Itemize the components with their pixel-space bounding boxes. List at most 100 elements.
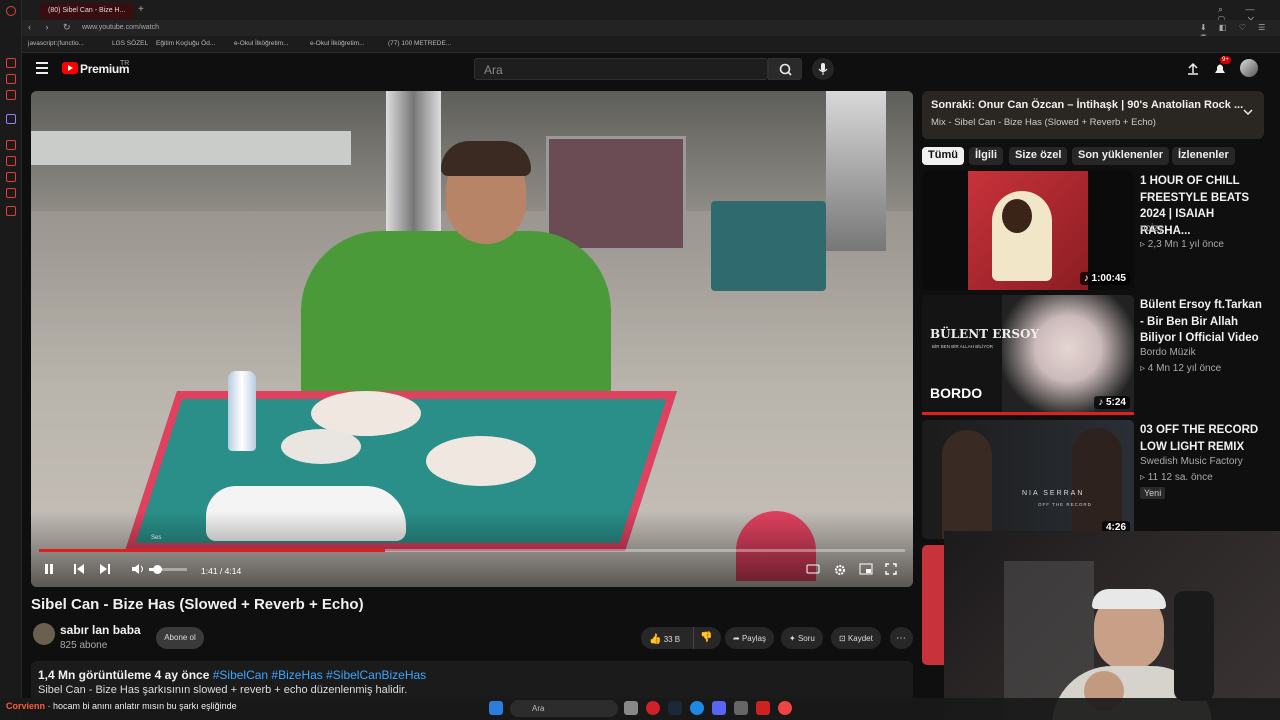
sidebar-app-icon[interactable]: [6, 114, 16, 124]
recommendation-meta: ▹ 4 Mn 12 yıl önce: [1140, 363, 1222, 374]
bookmark-item[interactable]: Eğitim Koçluğu Öd...: [156, 40, 215, 47]
sidebar-app-icon[interactable]: [6, 172, 16, 182]
sidebar-app-icon[interactable]: [6, 90, 16, 100]
video-player[interactable]: Ses 1:41 / 4:14: [31, 91, 913, 587]
hashtags[interactable]: #SibelCan #BizeHas #SibelCanBizeHas: [213, 668, 426, 682]
chevron-down-icon[interactable]: [1242, 107, 1254, 117]
save-label: Kaydet: [847, 634, 873, 643]
search-input[interactable]: Ara: [474, 58, 768, 80]
taskbar-search[interactable]: Ara: [510, 700, 618, 717]
sidebar-app-icon[interactable]: [6, 156, 16, 166]
volume-slider[interactable]: [149, 565, 187, 574]
progress-bar[interactable]: [39, 549, 905, 552]
pause-icon: [45, 564, 53, 574]
subscribe-button[interactable]: Abone ol: [156, 627, 204, 649]
like-count: 33 B: [663, 635, 681, 644]
recommendation-item[interactable]: BÜLENT ERSOY BİR BEN BİR ALLAH BİLİYOR B…: [922, 295, 1272, 415]
sidebar-app-icon[interactable]: [6, 206, 16, 216]
chip-watched[interactable]: İzlenenler: [1172, 147, 1235, 165]
chat-username: Corvienn: [6, 701, 46, 711]
app-icon[interactable]: [778, 701, 792, 715]
edge-icon[interactable]: [690, 701, 704, 715]
next-icon: [100, 564, 110, 574]
youtube-logo-icon[interactable]: [62, 62, 78, 74]
chip-recent[interactable]: Son yüklenenler: [1072, 147, 1169, 165]
miniplayer-button[interactable]: [859, 563, 873, 575]
player-controls: Ses 1:41 / 4:14: [31, 535, 913, 587]
settings-button[interactable]: [833, 563, 847, 577]
ask-button[interactable]: ✦ Soru: [781, 627, 823, 649]
video-counter: [31, 131, 351, 165]
channel-name[interactable]: sabır lan baba: [60, 623, 141, 637]
discord-icon[interactable]: [712, 701, 726, 715]
sidebar-app-icon[interactable]: [6, 140, 16, 150]
volume-tooltip: Ses: [151, 535, 162, 541]
bookmark-item[interactable]: javascript:(functio...: [28, 40, 84, 47]
dislike-icon: 👎: [700, 632, 713, 643]
recommendation-channel[interactable]: Bordo Müzik: [1140, 347, 1196, 358]
chip-related[interactable]: İlgili: [969, 147, 1003, 165]
sidebar-app-icon[interactable]: [6, 58, 16, 68]
opera-icon[interactable]: [646, 701, 660, 715]
nav-buttons-icon[interactable]: ‹ › ↻: [28, 22, 77, 33]
webcam-overlay: [944, 531, 1280, 720]
volume-button[interactable]: [131, 563, 145, 575]
video-thumbnail[interactable]: NIA SERRAN OFF THE RECORD 4:26: [922, 420, 1134, 539]
recommendation-thumbnail-partial[interactable]: [922, 545, 944, 665]
miniplayer-icon: [859, 563, 873, 575]
more-actions-icon[interactable]: ⋯: [890, 627, 913, 649]
recommendation-title[interactable]: Bülent Ersoy ft.Tarkan - Bir Ben Bir All…: [1140, 297, 1266, 347]
sidebar-app-icon[interactable]: [6, 74, 16, 84]
avatar[interactable]: [1240, 59, 1258, 77]
menu-icon[interactable]: [36, 62, 48, 74]
video-display-case: [546, 136, 686, 251]
recommendation-item[interactable]: ♪ 1:00:45 1 HOUR OF CHILL FREESTYLE BEAT…: [922, 171, 1272, 291]
subtitles-button[interactable]: [806, 563, 820, 575]
task-view-icon[interactable]: [624, 701, 638, 715]
gear-icon: [835, 565, 845, 575]
pause-button[interactable]: [43, 563, 55, 575]
mix-playlist-card[interactable]: Sonraki: Onur Can Özcan – İntihaşk | 90'…: [922, 91, 1264, 139]
video-thumbnail[interactable]: ♪ 1:00:45: [922, 171, 1134, 290]
files-icon[interactable]: [734, 701, 748, 715]
fullscreen-button[interactable]: [885, 563, 897, 575]
sidebar-app-icon[interactable]: [6, 188, 16, 198]
bookmark-item[interactable]: e-Okul İlköğretim...: [310, 40, 365, 47]
duration-badge: ♪ 1:00:45: [1079, 272, 1130, 285]
bookmark-item[interactable]: (77) 100 METREDE...: [388, 40, 451, 47]
chip-all[interactable]: Tümü: [922, 147, 964, 165]
previous-button[interactable]: [73, 563, 85, 575]
next-button[interactable]: [99, 563, 111, 575]
chip-for-you[interactable]: Size özel: [1009, 147, 1068, 165]
time-display: 1:41 / 4:14: [201, 566, 242, 576]
taskbar: Corvienn · hocam bi anını anlatır mısın …: [0, 698, 1280, 720]
search-button[interactable]: [768, 58, 802, 80]
bookmark-item[interactable]: e-Okul İlköğretim...: [234, 40, 289, 47]
video-plate: [426, 436, 536, 486]
search-icon: [779, 63, 792, 76]
recommendation-channel[interactable]: Swedish Music Factory: [1140, 456, 1243, 467]
thumb-subtext: BİR BEN BİR ALLAH BİLİYOR: [932, 344, 994, 349]
tab-youtube[interactable]: (80) Sibel Can - Bize H...: [40, 3, 134, 19]
windows-start-icon[interactable]: [489, 701, 503, 715]
bookmark-item[interactable]: LGS SÖZEL: [112, 40, 148, 47]
fullscreen-icon: [885, 563, 897, 575]
thumb-brand: BORDO: [930, 385, 983, 401]
recommendation-title[interactable]: 03 OFF THE RECORD LOW LIGHT REMIX: [1140, 422, 1266, 455]
save-button[interactable]: ⊡ Kaydet: [831, 627, 881, 649]
steam-icon[interactable]: [668, 701, 682, 715]
upload-icon[interactable]: [1186, 62, 1200, 76]
video-thumbnail[interactable]: BÜLENT ERSOY BİR BEN BİR ALLAH BİLİYOR B…: [922, 295, 1134, 414]
subscriber-count: 825 abone: [60, 640, 108, 651]
recommendation-item[interactable]: NIA SERRAN OFF THE RECORD 4:26 03 OFF TH…: [922, 420, 1272, 540]
dislike-button[interactable]: 👎: [693, 627, 717, 649]
recommendation-channel[interactable]: noizy: [1140, 223, 1163, 234]
opera-logo-icon[interactable]: [6, 6, 16, 16]
app-icon[interactable]: [756, 701, 770, 715]
channel-avatar[interactable]: [33, 623, 55, 645]
share-button[interactable]: ➦ Paylaş: [725, 627, 774, 649]
url-field[interactable]: www.youtube.com/watch: [82, 24, 159, 31]
new-tab-icon[interactable]: +: [138, 4, 144, 15]
mic-button[interactable]: [812, 58, 834, 80]
previous-icon: [74, 564, 84, 574]
